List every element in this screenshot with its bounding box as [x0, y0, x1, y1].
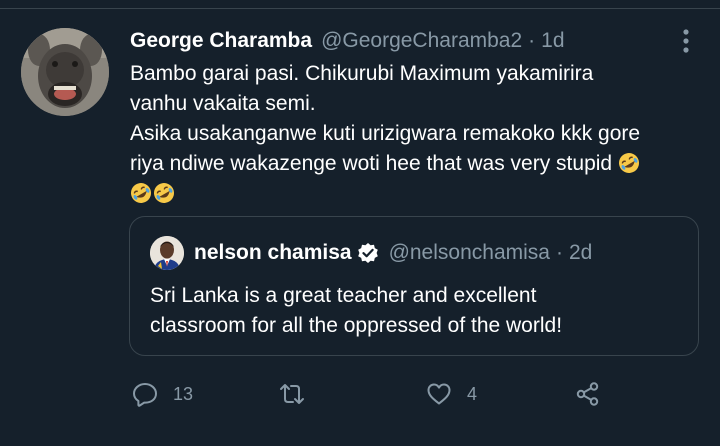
- quoted-author-avatar[interactable]: [150, 236, 184, 270]
- retweet-button[interactable]: [278, 376, 320, 412]
- header-separator: ·: [528, 29, 536, 52]
- tweet-text: Bambo garai pasi. Chikurubi Maximum yaka…: [130, 59, 705, 209]
- tweet-text-line: Asika usakanganwe kuti urizigwara remako…: [130, 122, 641, 145]
- tweet-header: George Charamba @GeorgeCharamba2 · 1d: [130, 28, 565, 54]
- rolling-on-floor-laughing-emoji-icon: [130, 182, 152, 204]
- tweet-text-line: Bambo garai pasi. Chikurubi Maximum yaka…: [130, 62, 594, 85]
- rolling-on-floor-laughing-emoji-icon: [618, 152, 640, 174]
- like-count: 4: [467, 383, 478, 404]
- tweet-emoji-row: [130, 179, 705, 209]
- verified-badge-icon: [357, 242, 379, 264]
- tweet-text-line: vanhu vakaita semi.: [130, 92, 316, 115]
- reply-count: 13: [173, 383, 194, 404]
- like-icon: [427, 383, 451, 405]
- share-button[interactable]: [574, 376, 602, 412]
- author-handle[interactable]: @GeorgeCharamba2: [321, 29, 522, 53]
- quoted-author-handle[interactable]: @nelsonchamisa: [389, 241, 550, 265]
- quoted-tweet-text-line: Sri Lanka is a great teacher and excelle…: [150, 284, 537, 307]
- author-display-name[interactable]: George Charamba: [130, 29, 312, 53]
- like-button[interactable]: 4: [425, 376, 477, 412]
- quoted-header-separator: ·: [555, 241, 563, 264]
- author-avatar[interactable]: [21, 28, 109, 116]
- more-vertical-icon[interactable]: [676, 26, 696, 56]
- quoted-tweet-header: nelson chamisa @nelsonchamisa · 2d: [194, 239, 592, 267]
- tweet-actions-bar: 13 4: [0, 376, 720, 412]
- top-divider: [0, 8, 720, 9]
- quoted-tweet-text: Sri Lanka is a great teacher and excelle…: [150, 281, 670, 341]
- quoted-tweet-timestamp[interactable]: 2d: [569, 241, 592, 265]
- quoted-tweet-text-line: classroom for all the oppressed of the w…: [150, 314, 563, 337]
- tweet-timestamp[interactable]: 1d: [541, 29, 564, 53]
- rolling-on-floor-laughing-emoji-icon: [153, 182, 175, 204]
- reply-icon: [133, 383, 157, 407]
- quoted-tweet-card[interactable]: nelson chamisa @nelsonchamisa · 2d Sri L…: [129, 216, 699, 356]
- share-icon: [576, 382, 599, 406]
- tweet-text-segment: riya ndiwe wakazenge woti hee that was v…: [130, 152, 613, 175]
- quoted-author-display-name[interactable]: nelson chamisa: [194, 241, 352, 265]
- retweet-icon: [280, 384, 304, 404]
- reply-button[interactable]: 13: [131, 376, 193, 412]
- tweet-text-line-with-emoji: riya ndiwe wakazenge woti hee that was v…: [130, 149, 705, 179]
